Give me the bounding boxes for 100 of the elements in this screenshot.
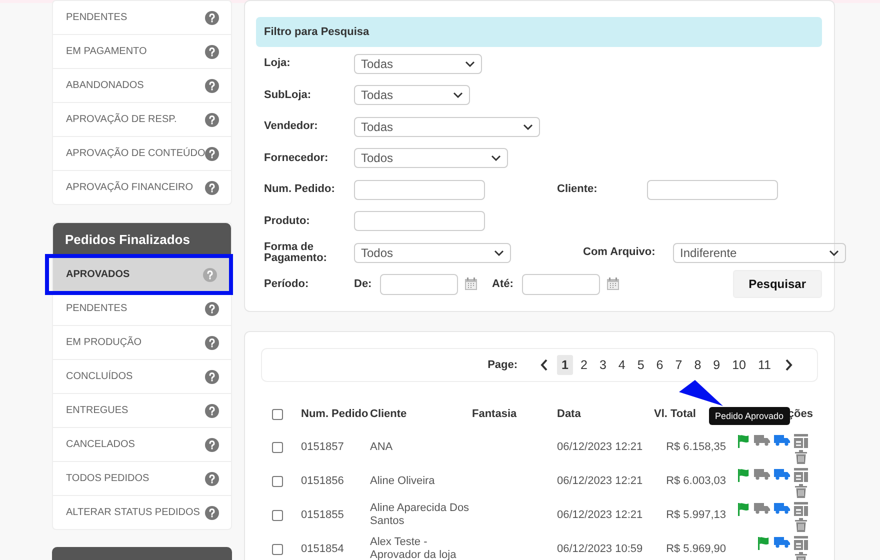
search-button[interactable]: Pesquisar [732,270,822,298]
flag-icon[interactable] [756,536,770,550]
caret-icon [829,250,839,256]
field-label: Com Arquivo: [583,247,656,258]
sidebar-item[interactable]: CONCLUÍDOS [53,360,231,393]
caret-icon [453,92,463,98]
report-icon[interactable] [794,468,808,482]
help-icon[interactable] [205,44,219,58]
page-link[interactable]: 6 [651,355,668,375]
select-field[interactable]: Indiferente [673,242,846,263]
calendar-icon[interactable] [464,277,478,292]
help-icon[interactable] [205,112,219,126]
truck-icon[interactable] [774,536,790,548]
field-label: Até: [492,278,514,290]
sidebar-item[interactable]: PENDENTES [53,1,231,34]
page-link[interactable]: 9 [708,355,726,375]
column-header: Vl. Total [654,408,696,420]
select-field[interactable]: Todos [354,242,511,263]
input-field[interactable] [647,180,778,200]
help-icon[interactable] [205,506,219,520]
sidebar-item[interactable]: APROVADOS [53,258,229,291]
client-name: Aline Aparecida Dos Santos [370,502,470,527]
truck-icon[interactable] [754,434,770,446]
page-link[interactable]: 10 [727,355,752,375]
report-icon[interactable] [794,536,808,550]
field-label: Produto: [264,216,311,227]
report-icon[interactable] [794,434,808,448]
page-link[interactable]: 7 [670,355,688,375]
trash-icon[interactable] [795,518,807,532]
flag-icon[interactable] [736,434,750,448]
page-link[interactable]: 4 [613,355,630,375]
sidebar-item[interactable]: APROVAÇÃO DE RESP. [53,103,231,136]
truck-icon[interactable] [754,502,770,514]
previous-icon[interactable] [540,359,548,371]
sidebar-item[interactable]: CANCELADOS [53,428,231,461]
sidebar-item[interactable]: EM PAGAMENTO [53,35,231,68]
sidebar-heading: Pedidos Finalizados [53,223,231,257]
truck-icon[interactable] [774,434,790,446]
flag-icon[interactable] [736,502,750,516]
row-checkbox[interactable] [272,510,283,520]
help-icon[interactable] [205,146,220,160]
order-number: 0151855 [301,508,344,520]
sidebar-item[interactable]: PENDENTES [53,292,231,325]
truck-icon[interactable] [774,468,790,480]
trash-icon[interactable] [795,484,807,498]
sidebar-item[interactable]: ABANDONADOS [53,69,231,102]
help-icon[interactable] [205,302,219,316]
select-field[interactable]: Todas [354,116,540,137]
field-label: Período: [264,278,310,290]
help-icon[interactable] [205,370,219,384]
page-link[interactable]: 11 [753,355,776,375]
pointer-arrow [679,380,723,406]
caret-icon [494,250,504,256]
sidebar-item[interactable]: APROVAÇÃO DE CONTEÚDO [53,137,231,170]
help-icon[interactable] [205,404,219,418]
sidebar-item[interactable]: TODOS PEDIDOS [53,462,231,495]
trash-icon[interactable] [795,450,807,464]
flag-icon[interactable] [736,468,750,482]
order-number: 0151854 [301,542,344,554]
date-field[interactable] [522,274,600,295]
help-icon[interactable] [205,472,219,486]
page-label: Page: [488,359,518,371]
row-checkbox[interactable] [272,544,283,554]
report-icon[interactable] [794,502,808,516]
help-icon[interactable] [205,78,219,92]
column-header: Fantasia [472,408,517,420]
truck-icon[interactable] [754,468,770,480]
field-label: Forma de Pagamento: [264,242,328,264]
input-field[interactable] [354,211,485,232]
sidebar-item[interactable]: ENTREGUES [53,394,231,427]
page-link[interactable]: 2 [575,355,592,375]
caret-icon [523,124,533,130]
client-name: Alex Teste - Aprovador da loja [370,536,456,560]
order-date: 06/12/2023 10:59 [557,542,643,554]
select-all-checkbox[interactable] [272,408,283,420]
order-total: R$ 5.997,13 [666,508,726,520]
calendar-icon[interactable] [606,277,620,292]
page-link[interactable]: 1 [556,355,574,375]
sidebar-item[interactable]: APROVAÇÃO FINANCEIRO [53,171,231,204]
sidebar-item[interactable]: EM PRODUÇÃO [53,326,231,359]
caret-icon [491,155,501,162]
help-icon[interactable] [205,438,219,452]
page-link[interactable]: 8 [689,355,706,375]
row-checkbox[interactable] [272,476,283,486]
select-field[interactable]: Todas [354,85,470,106]
help-icon[interactable] [205,10,219,24]
page-link[interactable]: 5 [632,355,650,375]
help-icon[interactable] [205,336,219,350]
truck-icon[interactable] [774,502,790,514]
select-field[interactable]: Todas [354,54,482,74]
next-icon[interactable] [785,359,793,371]
client-name: Aline Oliveira [370,474,435,486]
page-link[interactable]: 3 [594,355,612,375]
sidebar-item[interactable]: ALTERAR STATUS PEDIDOS [53,496,231,529]
input-field[interactable] [354,180,485,200]
date-field[interactable] [380,274,458,295]
row-checkbox[interactable] [272,442,283,452]
help-icon[interactable] [205,180,219,194]
help-icon[interactable] [203,268,217,282]
select-field[interactable]: Todos [354,148,508,168]
